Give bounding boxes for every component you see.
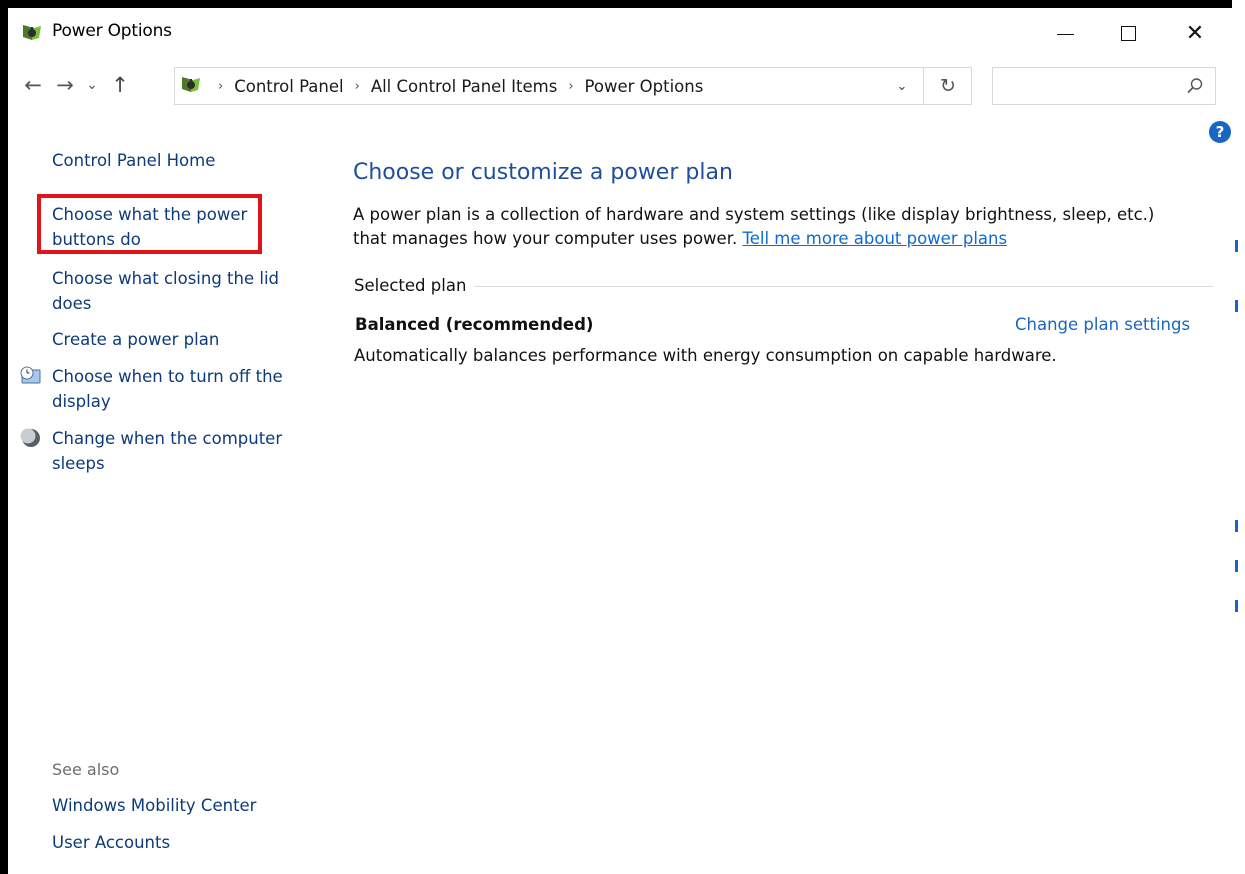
minimize-icon: [1056, 33, 1074, 35]
change-plan-settings-link[interactable]: Change plan settings: [1015, 315, 1190, 334]
power-options-app-icon: [23, 25, 41, 40]
computer-sleeps-link[interactable]: Change when the computer sleeps: [52, 426, 292, 476]
control-panel-icon: [182, 77, 200, 92]
back-arrow-icon: ←: [24, 73, 42, 97]
refresh-button[interactable]: ↻: [925, 68, 971, 104]
sleep-moon-icon: [20, 428, 40, 447]
close-button[interactable]: ✕: [1168, 8, 1222, 58]
section-divider: [353, 286, 1213, 287]
maximize-icon: [1120, 25, 1136, 41]
background-window-edge: [1232, 0, 1245, 874]
page-description: A power plan is a collection of hardware…: [353, 203, 1183, 251]
edge-mark: [1235, 560, 1238, 572]
edge-mark: [1235, 300, 1238, 312]
refresh-icon: ↻: [940, 75, 956, 97]
forward-button[interactable]: →: [52, 70, 78, 100]
address-bar[interactable]: › Control Panel › All Control Panel Item…: [174, 67, 972, 105]
breadcrumb: › Control Panel › All Control Panel Item…: [207, 68, 703, 104]
up-arrow-icon: ↑: [111, 73, 129, 97]
navigation-bar: ← → ⌄ ↑ › Control Panel › All Control Pa…: [8, 60, 1232, 110]
learn-more-link[interactable]: Tell me more about power plans: [742, 229, 1007, 248]
recent-locations-button[interactable]: ⌄: [82, 70, 102, 100]
create-power-plan-link[interactable]: Create a power plan: [52, 327, 292, 352]
search-icon: [1187, 78, 1203, 94]
user-accounts-link[interactable]: User Accounts: [52, 833, 170, 852]
chevron-down-icon: ⌄: [896, 78, 908, 94]
address-divider: [923, 68, 924, 104]
display-clock-icon: [20, 366, 41, 384]
turn-off-display-link[interactable]: Choose when to turn off the display: [52, 364, 292, 414]
plan-description: Automatically balances performance with …: [354, 346, 1057, 365]
breadcrumb-separator[interactable]: ›: [355, 79, 360, 94]
plan-name: Balanced (recommended): [355, 315, 594, 334]
page-title: Choose or customize a power plan: [353, 160, 733, 185]
breadcrumb-separator[interactable]: ›: [218, 79, 223, 94]
edge-mark: [1235, 520, 1238, 532]
mobility-center-link[interactable]: Windows Mobility Center: [52, 796, 256, 815]
edge-mark: [1235, 600, 1238, 612]
see-also-heading: See also: [52, 760, 120, 779]
up-button[interactable]: ↑: [108, 70, 132, 100]
search-input[interactable]: [992, 67, 1216, 105]
title-bar[interactable]: Power Options ✕: [8, 8, 1232, 58]
close-icon: ✕: [1185, 20, 1205, 46]
minimize-button[interactable]: [1038, 8, 1092, 58]
maximize-button[interactable]: [1101, 8, 1155, 58]
control-panel-home-link[interactable]: Control Panel Home: [52, 148, 292, 173]
closing-lid-link[interactable]: Choose what closing the lid does: [52, 266, 292, 316]
power-options-window: Power Options ✕ ← → ⌄ ↑ › Control Panel …: [8, 8, 1232, 874]
back-button[interactable]: ←: [20, 70, 46, 100]
breadcrumb-power-options[interactable]: Power Options: [585, 77, 704, 96]
help-icon[interactable]: ?: [1209, 121, 1231, 143]
left-pane: Control Panel Home Choose what the power…: [8, 110, 328, 874]
breadcrumb-separator[interactable]: ›: [568, 79, 573, 94]
selected-plan-label: Selected plan: [354, 276, 475, 295]
forward-arrow-icon: →: [56, 73, 74, 97]
window-title: Power Options: [52, 21, 172, 41]
power-buttons-link[interactable]: Choose what the power buttons do: [52, 202, 292, 252]
breadcrumb-all-items[interactable]: All Control Panel Items: [371, 77, 558, 96]
edge-mark: [1235, 240, 1238, 252]
chevron-down-icon: ⌄: [86, 77, 98, 93]
address-dropdown-button[interactable]: ⌄: [889, 68, 915, 104]
breadcrumb-control-panel[interactable]: Control Panel: [234, 77, 343, 96]
